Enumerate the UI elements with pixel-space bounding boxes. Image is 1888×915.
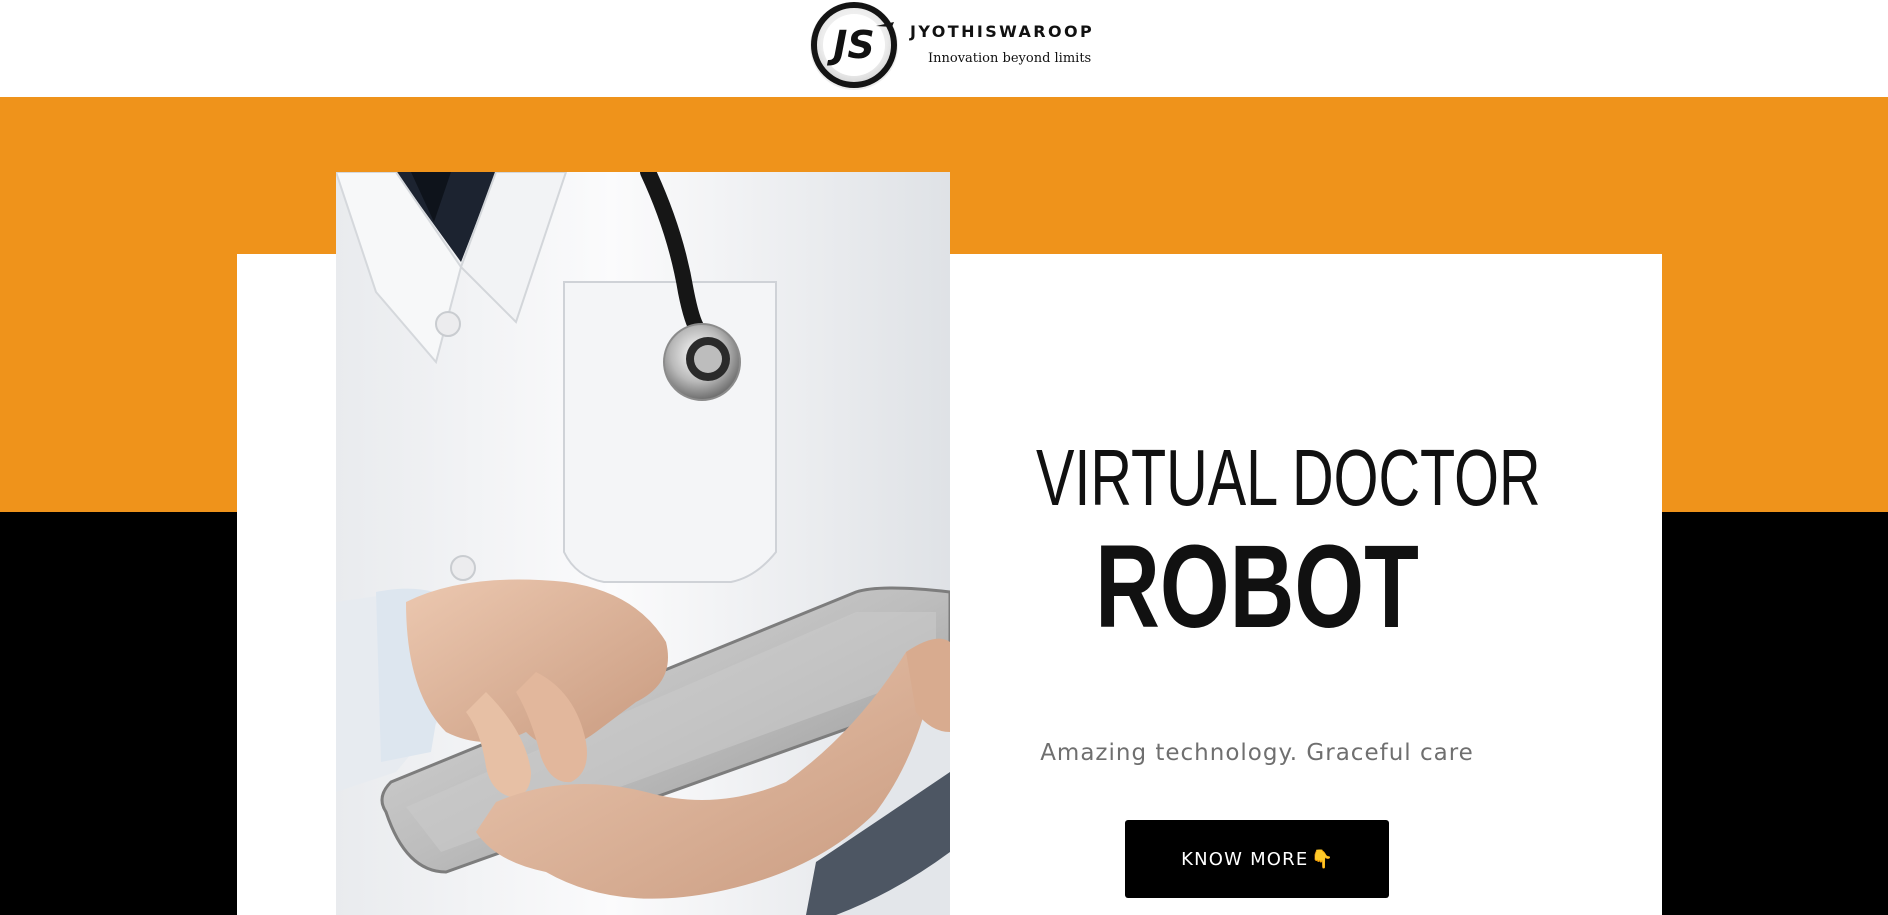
logo-link[interactable]: JS JYOTHISWAROOP Innovation beyond limit… xyxy=(806,0,1106,97)
logo-icon: JS xyxy=(810,2,898,90)
svg-text:JS: JS xyxy=(826,23,875,67)
hero-subtitle: Amazing technology. Graceful care xyxy=(1040,740,1474,766)
site-header: JS JYOTHISWAROOP Innovation beyond limit… xyxy=(0,0,1888,97)
brand-tagline: Innovation beyond limits xyxy=(928,51,1092,66)
doctor-with-tablet-image xyxy=(336,172,950,915)
know-more-button[interactable]: KNOW MORE 👇 xyxy=(1125,820,1389,898)
hero-title-line2: ROBOT xyxy=(1095,521,1419,653)
hero-title-line1: VIRTUAL DOCTOR xyxy=(1035,433,1541,522)
know-more-label: KNOW MORE xyxy=(1181,848,1309,870)
pointing-down-icon: 👇 xyxy=(1310,848,1333,869)
page: JS JYOTHISWAROOP Innovation beyond limit… xyxy=(0,0,1888,915)
brand-name: JYOTHISWAROOP xyxy=(910,22,1095,41)
